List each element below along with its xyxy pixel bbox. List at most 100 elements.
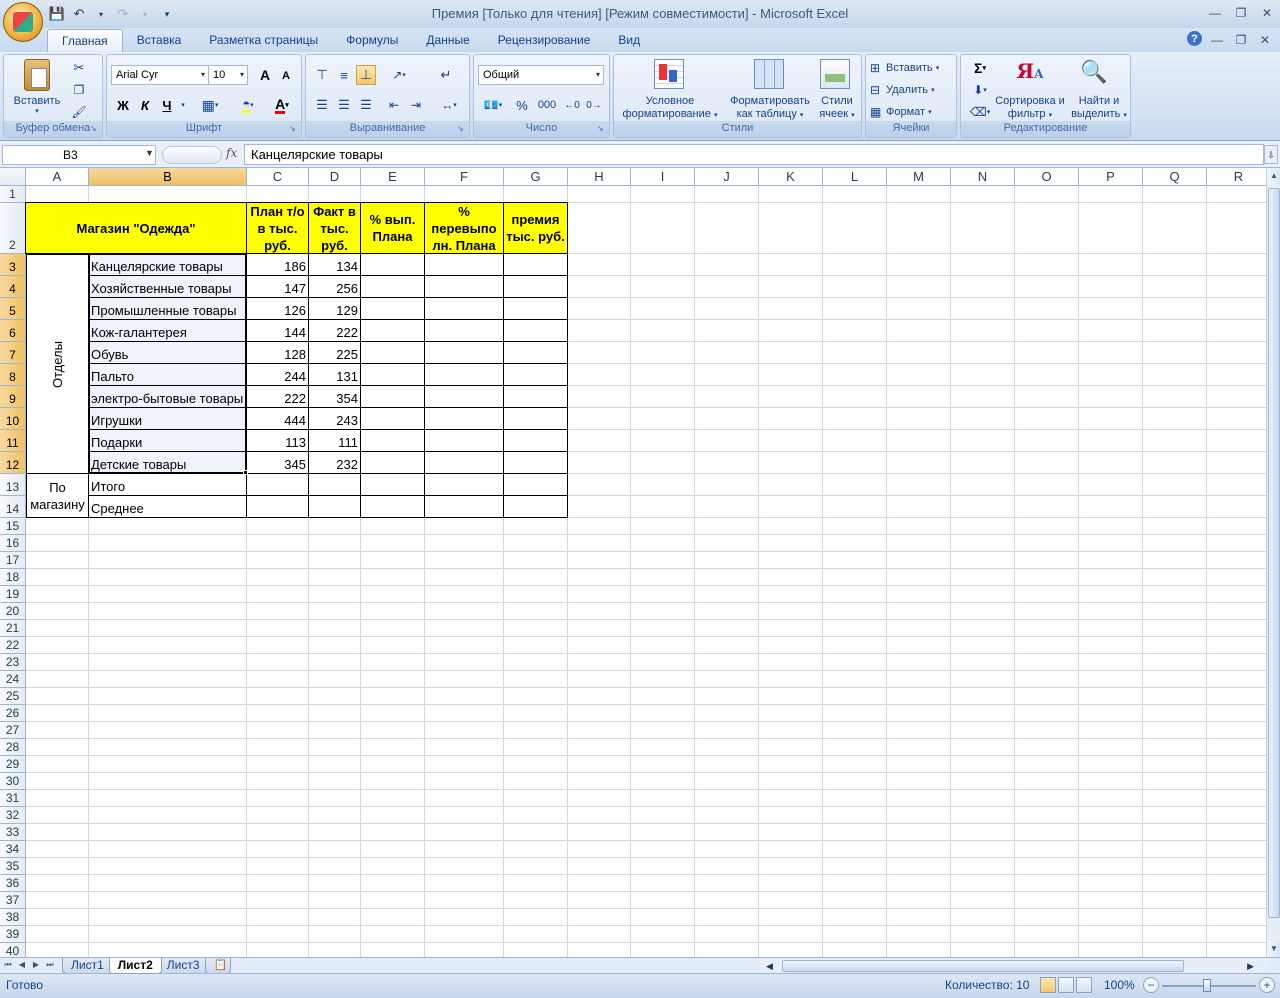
row-header[interactable]: 18: [0, 569, 26, 586]
plan-cell[interactable]: 128: [247, 342, 309, 364]
fill-icon[interactable]: ⬇ ▾: [965, 81, 995, 99]
tab-insert[interactable]: Вставка: [123, 29, 196, 52]
column-header[interactable]: J: [695, 168, 759, 186]
column-header[interactable]: F: [425, 168, 504, 186]
row-header[interactable]: 40: [0, 943, 26, 957]
fill-handle[interactable]: [243, 470, 248, 475]
empty-cell[interactable]: [425, 474, 504, 496]
row-header[interactable]: 14: [0, 496, 26, 518]
row-header[interactable]: 3: [0, 254, 26, 276]
item-name-cell[interactable]: Пальто: [89, 364, 247, 386]
fact-cell[interactable]: 232: [309, 452, 361, 474]
row-header[interactable]: 21: [0, 620, 26, 637]
minimize-icon[interactable]: —: [1202, 2, 1228, 24]
empty-cell[interactable]: [309, 474, 361, 496]
plan-cell[interactable]: 186: [247, 254, 309, 276]
row-header[interactable]: 12: [0, 452, 26, 474]
horizontal-scrollbar[interactable]: ◀ ▶: [760, 958, 1266, 974]
insert-function-button[interactable]: fx: [226, 146, 237, 160]
row-header[interactable]: 34: [0, 841, 26, 858]
row-header[interactable]: 37: [0, 892, 26, 909]
underline-dropdown-icon[interactable]: ▾: [179, 99, 187, 111]
row-header[interactable]: 22: [0, 637, 26, 654]
tab-review[interactable]: Рецензирование: [484, 29, 605, 52]
plan-cell[interactable]: 113: [247, 430, 309, 452]
cell-styles-icon[interactable]: [820, 59, 850, 89]
orientation-icon[interactable]: ↗ ▾: [384, 65, 414, 85]
item-name-cell[interactable]: Хозяйственные товары: [89, 276, 247, 298]
font-name-select[interactable]: Arial Cyr ▾: [111, 65, 209, 85]
decrease-decimal-icon[interactable]: 0→: [584, 95, 604, 115]
empty-cell[interactable]: [425, 254, 504, 276]
empty-cell[interactable]: [504, 364, 568, 386]
align-left-icon[interactable]: ☰: [312, 95, 332, 115]
doc-close-icon[interactable]: ✕: [1256, 31, 1274, 49]
row-header[interactable]: 7: [0, 342, 26, 364]
over-header-cell[interactable]: % перевыпо лн. Плана: [424, 202, 504, 254]
font-launcher-icon[interactable]: ↘: [289, 125, 298, 134]
restore-icon[interactable]: ❐: [1228, 2, 1254, 24]
scroll-down-icon[interactable]: ▼: [1267, 941, 1280, 957]
zoom-in-icon[interactable]: +: [1259, 977, 1275, 993]
page-layout-view-icon[interactable]: [1058, 977, 1074, 993]
zoom-out-icon[interactable]: −: [1143, 977, 1159, 993]
tab-formulas[interactable]: Формулы: [332, 29, 412, 52]
worksheet-grid[interactable]: A B C D E F G H I J K L M N O P Q R 1 2 3 4 5 6 7 8 9 10 11 12 13 14 15 1…: [0, 168, 1266, 957]
italic-button[interactable]: К: [135, 95, 155, 115]
empty-cell[interactable]: [425, 408, 504, 430]
fact-header-cell[interactable]: Факт в тыс. руб.: [308, 202, 361, 254]
row-header[interactable]: 1: [0, 186, 26, 203]
empty-cell[interactable]: [361, 254, 425, 276]
thousands-button[interactable]: 000: [534, 95, 560, 115]
row-header[interactable]: 19: [0, 586, 26, 603]
column-header[interactable]: A: [26, 168, 89, 186]
plan-cell[interactable]: 147: [247, 276, 309, 298]
select-all-corner[interactable]: [0, 168, 26, 186]
plan-cell[interactable]: 144: [247, 320, 309, 342]
row-header[interactable]: 17: [0, 552, 26, 569]
empty-cell[interactable]: [361, 364, 425, 386]
empty-cell[interactable]: [504, 408, 568, 430]
horizontal-scroll-thumb[interactable]: [782, 960, 1184, 972]
row-header[interactable]: 4: [0, 276, 26, 298]
number-launcher-icon[interactable]: ↘: [597, 125, 606, 134]
empty-cell[interactable]: [425, 276, 504, 298]
empty-cell[interactable]: [425, 342, 504, 364]
row-header[interactable]: 33: [0, 824, 26, 841]
fact-cell[interactable]: 354: [309, 386, 361, 408]
empty-cell[interactable]: [425, 320, 504, 342]
empty-cell[interactable]: [504, 430, 568, 452]
empty-cell[interactable]: [504, 452, 568, 474]
row-header[interactable]: 35: [0, 858, 26, 875]
increase-indent-icon[interactable]: ⇥: [406, 95, 426, 115]
item-name-cell[interactable]: Канцелярские товары: [89, 254, 247, 276]
name-box-dropdown-icon[interactable]: ▼: [145, 148, 154, 158]
tab-view[interactable]: Вид: [604, 29, 654, 52]
empty-cell[interactable]: [361, 474, 425, 496]
item-name-cell[interactable]: электро-бытовые товары: [89, 386, 247, 408]
fact-cell[interactable]: 134: [309, 254, 361, 276]
clear-icon[interactable]: ⌫ ▾: [965, 103, 995, 121]
office-button[interactable]: [3, 2, 43, 42]
plan-header-cell[interactable]: План т/о в тыс. руб.: [246, 202, 309, 254]
zoom-level[interactable]: 100%: [1104, 978, 1135, 992]
merge-center-icon[interactable]: ↔ ▾: [434, 95, 464, 115]
row-header[interactable]: 27: [0, 722, 26, 739]
empty-cell[interactable]: [504, 254, 568, 276]
total-label-cell[interactable]: Итого: [89, 474, 247, 496]
align-middle-icon[interactable]: ≡: [334, 65, 354, 85]
sort-filter-button[interactable]: Сортировка и фильтр ▾: [995, 95, 1065, 122]
find-select-icon[interactable]: 🔍: [1079, 59, 1109, 89]
empty-cell[interactable]: [425, 430, 504, 452]
empty-cell[interactable]: [425, 298, 504, 320]
empty-cell[interactable]: [361, 342, 425, 364]
row-header[interactable]: 10: [0, 408, 26, 430]
formula-bar-splitter[interactable]: [162, 146, 222, 164]
column-header[interactable]: B: [89, 168, 247, 186]
tab-home[interactable]: Главная: [47, 29, 123, 52]
fact-cell[interactable]: 243: [309, 408, 361, 430]
autosum-button[interactable]: Σ ▾: [965, 59, 995, 77]
empty-cell[interactable]: [247, 496, 309, 518]
decrease-indent-icon[interactable]: ⇤: [384, 95, 404, 115]
format-cells-button[interactable]: ▦ Формат ▾: [870, 103, 954, 121]
